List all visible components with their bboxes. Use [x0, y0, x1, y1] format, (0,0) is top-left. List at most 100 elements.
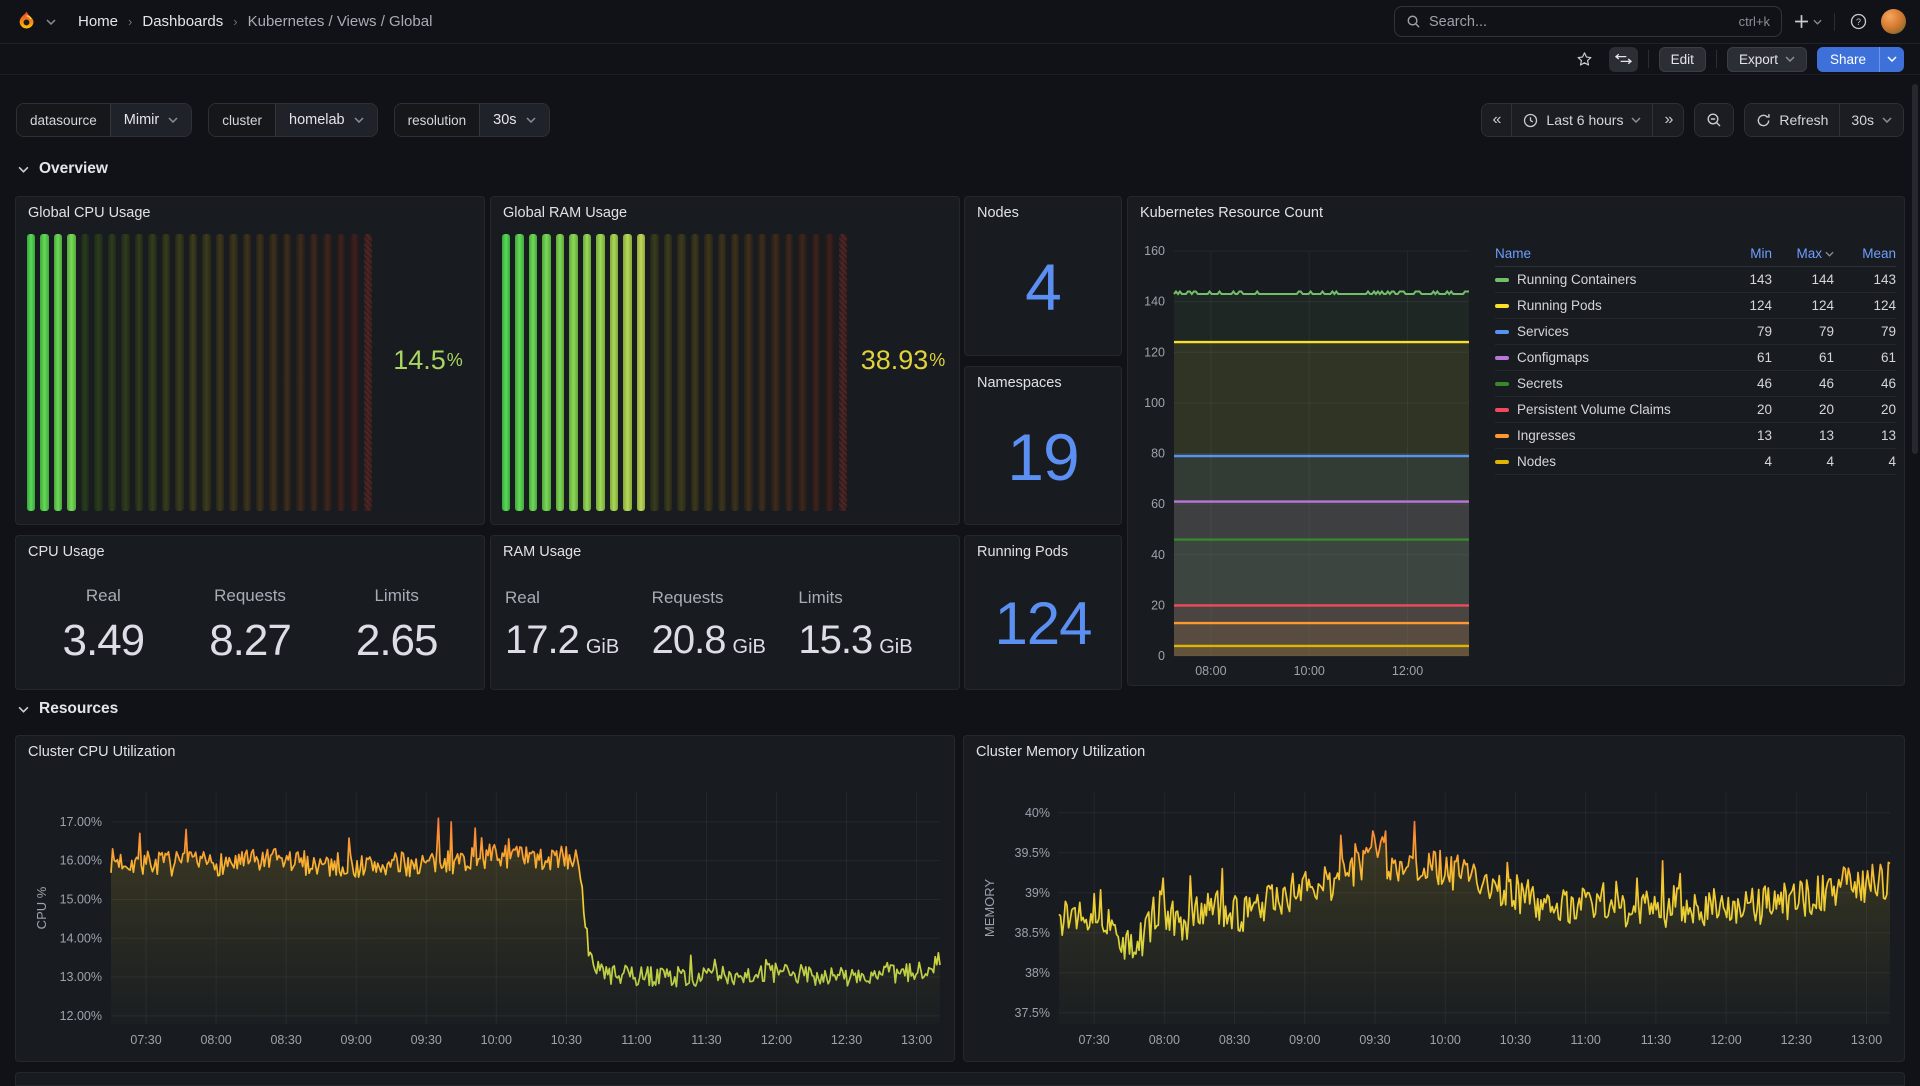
usage-metric-value: 20.8GiB: [652, 618, 766, 663]
refresh-interval-picker[interactable]: 30s: [1839, 104, 1903, 136]
svg-text:09:30: 09:30: [1359, 1033, 1390, 1047]
series-min: 143: [1714, 272, 1772, 287]
series-color-swatch: [1495, 460, 1509, 464]
refresh-icon: [1756, 113, 1771, 128]
legend-header-mean[interactable]: Mean: [1834, 246, 1896, 261]
add-new-button[interactable]: [1790, 7, 1826, 37]
gauge-segment: [515, 234, 523, 511]
legend-row[interactable]: Services797979: [1495, 319, 1896, 345]
gauge-segment: [337, 234, 345, 511]
legend-row[interactable]: Persistent Volume Claims202020: [1495, 397, 1896, 423]
legend-header-name[interactable]: Name: [1495, 246, 1714, 261]
time-range-picker[interactable]: Last 6 hours: [1511, 104, 1652, 136]
time-zoom-out-button[interactable]: [1695, 104, 1733, 136]
variable-value-dropdown[interactable]: 30s: [479, 104, 548, 136]
panel-title[interactable]: Cluster Memory Utilization: [976, 744, 1145, 760]
legend-header-max[interactable]: Max: [1772, 246, 1834, 261]
svg-text:39%: 39%: [1025, 886, 1050, 900]
usage-metric-real: Real17.2GiB: [505, 576, 652, 675]
gauge-segment: [256, 234, 264, 511]
share-button[interactable]: Share: [1817, 47, 1879, 72]
help-icon: ?: [1850, 13, 1867, 30]
chevron-down-icon: [1785, 56, 1795, 62]
variable-value-dropdown[interactable]: Mimir: [110, 104, 191, 136]
refresh-button[interactable]: Refresh: [1745, 104, 1839, 136]
variable-value-dropdown[interactable]: homelab: [275, 104, 377, 136]
svg-text:12:00: 12:00: [1710, 1033, 1741, 1047]
variable-label: resolution: [395, 104, 480, 136]
search-input[interactable]: Search... ctrl+k: [1394, 6, 1782, 37]
plus-icon: [1794, 14, 1809, 29]
gauge-segment: [569, 234, 577, 511]
panel-title[interactable]: CPU Usage: [28, 544, 105, 560]
panel-title[interactable]: RAM Usage: [503, 544, 581, 560]
help-button[interactable]: ?: [1843, 7, 1873, 37]
panel-title[interactable]: Kubernetes Resource Count: [1140, 205, 1323, 221]
gauge-segment: [94, 234, 102, 511]
grafana-logo-icon[interactable]: [14, 10, 38, 34]
breadcrumb-item[interactable]: Dashboards: [142, 13, 223, 30]
gauge-segment: [27, 234, 35, 511]
share-menu-button[interactable]: [1879, 47, 1904, 72]
svg-text:08:00: 08:00: [1195, 664, 1226, 678]
swap-arrows-icon: [1615, 53, 1632, 65]
gauge-segment: [229, 234, 237, 511]
switch-view-button[interactable]: [1609, 47, 1638, 72]
time-shift-back-button[interactable]: «: [1482, 104, 1512, 136]
section-resources[interactable]: Resources: [18, 700, 118, 718]
svg-text:11:30: 11:30: [691, 1033, 721, 1047]
legend-row[interactable]: Secrets464646: [1495, 371, 1896, 397]
series-max: 144: [1772, 272, 1834, 287]
gauge-segment: [758, 234, 766, 511]
breadcrumb-item[interactable]: Kubernetes / Views / Global: [248, 13, 433, 30]
panel-nodes: Nodes 4: [964, 196, 1122, 356]
gauge-segment: [243, 234, 251, 511]
legend-row[interactable]: Nodes444: [1495, 449, 1896, 475]
export-button[interactable]: Export: [1727, 47, 1807, 72]
series-mean: 79: [1834, 324, 1896, 339]
gauge-segment: [175, 234, 183, 511]
edit-button[interactable]: Edit: [1659, 47, 1706, 72]
svg-text:09:00: 09:00: [341, 1033, 372, 1047]
series-color-swatch: [1495, 304, 1509, 308]
favorite-star-button[interactable]: [1570, 47, 1599, 72]
section-overview[interactable]: Overview: [18, 160, 108, 178]
page-scrollbar[interactable]: [1912, 84, 1918, 454]
gauge-segment: [744, 234, 752, 511]
chevron-down-icon: [1887, 56, 1897, 62]
usage-metric-label: Limits: [374, 586, 418, 606]
cluster-cpu-chart[interactable]: 12.00%13.00%14.00%15.00%16.00%17.00%07:3…: [16, 736, 954, 1061]
legend-row[interactable]: Ingresses131313: [1495, 423, 1896, 449]
legend-row[interactable]: Running Containers143144143: [1495, 267, 1896, 293]
series-max: 4: [1772, 454, 1834, 469]
legend-row[interactable]: Running Pods124124124: [1495, 293, 1896, 319]
cluster-memory-chart[interactable]: 37.5%38%38.5%39%39.5%40%07:3008:0008:300…: [964, 736, 1904, 1061]
legend-row[interactable]: Configmaps616161: [1495, 345, 1896, 371]
legend-header-min[interactable]: Min: [1714, 246, 1772, 261]
nodes-stat-value: 4: [965, 219, 1121, 355]
gauge-segment: [677, 234, 685, 511]
series-mean: 20: [1834, 402, 1896, 417]
panel-running-pods: Running Pods 124: [964, 535, 1122, 690]
search-icon: [1406, 14, 1421, 29]
gauge-segment: [839, 234, 847, 511]
zoom-out-group: [1694, 103, 1734, 137]
gauge-segment: [121, 234, 129, 511]
panel-title[interactable]: Cluster CPU Utilization: [28, 744, 175, 760]
svg-text:12.00%: 12.00%: [60, 1009, 102, 1023]
gauge-segment: [81, 234, 89, 511]
breadcrumb-separator: ›: [233, 14, 237, 29]
gauge-segment: [162, 234, 170, 511]
svg-text:12:00: 12:00: [1392, 664, 1423, 678]
chevron-down-icon: [1882, 117, 1892, 123]
panel-title[interactable]: Global CPU Usage: [28, 205, 151, 221]
breadcrumb-item[interactable]: Home: [78, 13, 118, 30]
series-name: Running Containers: [1517, 272, 1636, 287]
series-name: Ingresses: [1517, 428, 1576, 443]
gauge-segment: [502, 234, 510, 511]
time-picker-group: « Last 6 hours »: [1481, 103, 1685, 137]
time-shift-forward-button[interactable]: »: [1652, 104, 1683, 136]
org-chevron-down-icon[interactable]: [46, 19, 56, 25]
user-avatar[interactable]: [1881, 9, 1906, 34]
panel-title[interactable]: Global RAM Usage: [503, 205, 627, 221]
